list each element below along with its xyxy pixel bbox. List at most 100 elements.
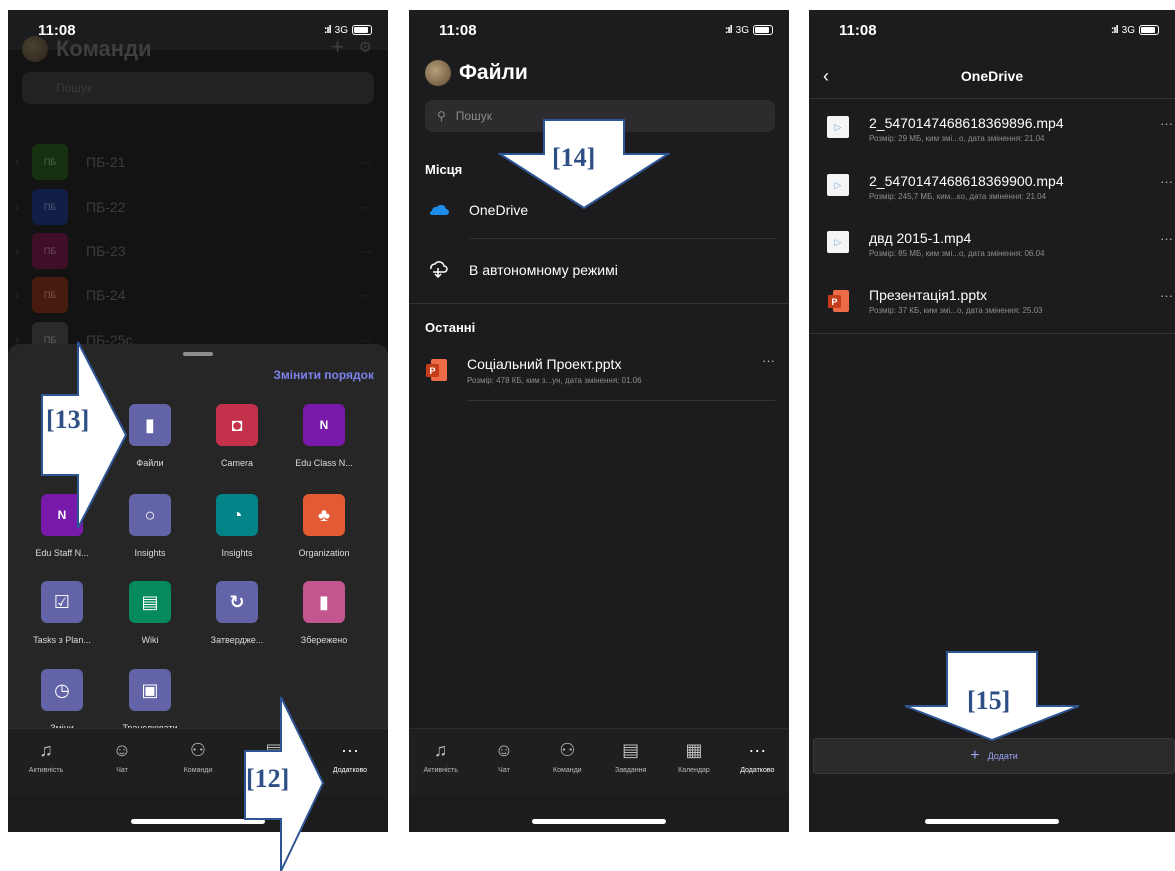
offline-cloud-icon bbox=[425, 260, 451, 281]
team-row-1[interactable]: › ПБ ПБ-21 ··· bbox=[8, 140, 388, 184]
more-dots-icon[interactable]: ··· bbox=[762, 353, 775, 368]
status-signal: :ıl 3G bbox=[1111, 24, 1159, 36]
tab-chat[interactable]: ☺ Чат bbox=[84, 729, 160, 794]
bottom-tab-bar: ♫ Активність ☺ Чат ⚇ Команди ▤ Завдання ▦ Кал… bbox=[409, 728, 789, 794]
approvals-icon: ↻ bbox=[216, 581, 258, 623]
more-dots-icon[interactable]: ··· bbox=[360, 200, 372, 214]
tab-label: Активність bbox=[423, 767, 458, 774]
avatar[interactable] bbox=[425, 60, 451, 86]
home-indicator bbox=[532, 819, 666, 824]
teams-search-input[interactable]: Пошук bbox=[22, 72, 374, 104]
files-title: Файли bbox=[425, 60, 528, 86]
place-label: В автономному режимі bbox=[469, 262, 618, 278]
file-name: Презентація1.pptx bbox=[869, 287, 987, 303]
more-icon: ··· bbox=[748, 740, 767, 760]
teams-title-text: Команди bbox=[56, 36, 152, 61]
camera-icon: ◘ bbox=[216, 404, 258, 446]
more-dots-icon[interactable]: ··· bbox=[1160, 174, 1173, 189]
battery-icon bbox=[753, 25, 773, 35]
search-icon: ⚲ bbox=[437, 109, 446, 123]
chevron-right-icon: › bbox=[15, 156, 19, 168]
more-dots-icon[interactable]: ··· bbox=[360, 288, 372, 302]
divider bbox=[409, 303, 789, 304]
chevron-right-icon: › bbox=[15, 245, 19, 257]
teams-icon: ⚇ bbox=[559, 740, 576, 760]
app-camera[interactable]: ◘ Camera bbox=[193, 404, 281, 468]
app-edu-class-notebook[interactable]: N Edu Class N... bbox=[280, 404, 368, 468]
reorder-button[interactable]: Змінити порядок bbox=[273, 368, 374, 382]
onedrive-cloud-icon bbox=[425, 202, 451, 219]
team-name: ПБ-21 bbox=[86, 154, 126, 170]
tab-activity[interactable]: ♫ Активність bbox=[8, 729, 84, 794]
signal-icon: :ıl bbox=[323, 24, 332, 36]
search-placeholder: Пошук bbox=[455, 109, 492, 123]
gear-icon[interactable]: ⚙ bbox=[359, 38, 372, 56]
app-cast[interactable]: ▣Транслювати bbox=[106, 669, 194, 733]
file-name: 2_5470147468618369896.mp4 bbox=[869, 115, 1064, 131]
app-label: Затвердже... bbox=[210, 635, 264, 645]
chevron-right-icon: › bbox=[15, 201, 19, 213]
plus-icon: + bbox=[970, 747, 980, 764]
app-saved[interactable]: ▮ Збережено bbox=[280, 581, 368, 645]
chevron-right-icon: › bbox=[15, 289, 19, 301]
app-label: Organization bbox=[298, 548, 350, 558]
team-row-3[interactable]: › ПБ ПБ-23 ··· bbox=[8, 229, 388, 273]
tab-chat[interactable]: ☺ Чат bbox=[472, 729, 535, 794]
teams-title: Команди bbox=[22, 36, 152, 62]
tab-label: Команди bbox=[183, 767, 213, 774]
battery-icon bbox=[352, 25, 372, 35]
app-tasks-planner[interactable]: ☑ Tasks з Plan... bbox=[18, 581, 106, 645]
status-time: 11:08 bbox=[839, 22, 877, 39]
more-dots-icon[interactable]: ··· bbox=[1160, 288, 1173, 303]
video-file-icon: ▷ bbox=[827, 174, 853, 200]
network-label: 3G bbox=[735, 24, 749, 36]
shifts-icon: ◷ bbox=[41, 669, 83, 711]
app-insights-2[interactable]: ◔ Insights bbox=[193, 494, 281, 558]
app-label: Edu Staff N... bbox=[35, 548, 89, 558]
callout-label-15: [15] bbox=[967, 686, 1011, 715]
app-organization[interactable]: ♣ Organization bbox=[280, 494, 368, 558]
tab-assignments[interactable]: ▤ Завдання bbox=[599, 729, 662, 794]
divider bbox=[809, 98, 1175, 99]
more-dots-icon[interactable]: ··· bbox=[1160, 231, 1173, 246]
home-indicator bbox=[925, 819, 1059, 824]
more-dots-icon[interactable]: ··· bbox=[360, 155, 372, 169]
add-button[interactable]: + Додати bbox=[813, 738, 1175, 774]
tab-label: Чат bbox=[116, 767, 128, 774]
tab-label: Календар bbox=[678, 767, 710, 774]
team-row-4[interactable]: › ПБ ПБ-24 ··· bbox=[8, 273, 388, 317]
team-row-2[interactable]: › ПБ ПБ-22 ··· bbox=[8, 185, 388, 229]
chat-icon: ☺ bbox=[494, 740, 514, 760]
calendar-icon: ▦ bbox=[685, 740, 703, 760]
sheet-grabber[interactable] bbox=[183, 352, 213, 356]
more-dots-icon[interactable]: ··· bbox=[360, 244, 372, 258]
app-wiki[interactable]: ▤ Wiki bbox=[106, 581, 194, 645]
app-approvals[interactable]: ↻ Затвердже... bbox=[193, 581, 281, 645]
file-row[interactable]: ▷ 2_5470147468618369900.mp4 Розмір: 245,7… bbox=[827, 158, 1175, 216]
tab-teams[interactable]: ⚇ Команди bbox=[536, 729, 599, 794]
lightbulb-icon: ○ bbox=[129, 494, 171, 536]
recent-file-row[interactable]: P Соціальний Проект.pptx Розмір: 478 КБ, … bbox=[425, 345, 775, 395]
powerpoint-icon: P bbox=[425, 357, 449, 383]
file-row[interactable]: ▷ двд 2015-1.mp4 Розмір: 85 МБ, ким змі..… bbox=[827, 215, 1175, 273]
app-shifts[interactable]: ◷Зміни bbox=[18, 669, 106, 733]
recent-header: Останні bbox=[425, 320, 476, 335]
avatar[interactable] bbox=[22, 36, 48, 62]
more-dots-icon[interactable]: ··· bbox=[1160, 116, 1173, 131]
file-row[interactable]: ▷ 2_5470147468618369896.mp4 Розмір: 29 МБ… bbox=[827, 100, 1175, 158]
tab-activity[interactable]: ♫ Активність bbox=[409, 729, 472, 794]
file-row[interactable]: P Презентація1.pptx Розмір: 37 КБ, ким зм… bbox=[827, 272, 1175, 330]
file-icon: ▮ bbox=[129, 404, 171, 446]
tab-label: Активність bbox=[28, 767, 64, 774]
place-offline[interactable]: В автономному режимі bbox=[425, 242, 775, 298]
tab-more[interactable]: ··· Додатково bbox=[726, 729, 789, 794]
bell-icon: ♫ bbox=[433, 740, 448, 760]
signal-icon: :ıl bbox=[1110, 24, 1119, 36]
tab-calendar[interactable]: ▦ Календар bbox=[662, 729, 725, 794]
tab-teams[interactable]: ⚇ Команди bbox=[160, 729, 236, 794]
callout-label-14: [14] bbox=[552, 143, 596, 172]
tasks-icon: ☑ bbox=[41, 581, 83, 623]
app-label: Файли bbox=[136, 458, 164, 468]
onenote-icon: N bbox=[303, 404, 345, 446]
add-team-icon[interactable]: + bbox=[331, 34, 344, 60]
